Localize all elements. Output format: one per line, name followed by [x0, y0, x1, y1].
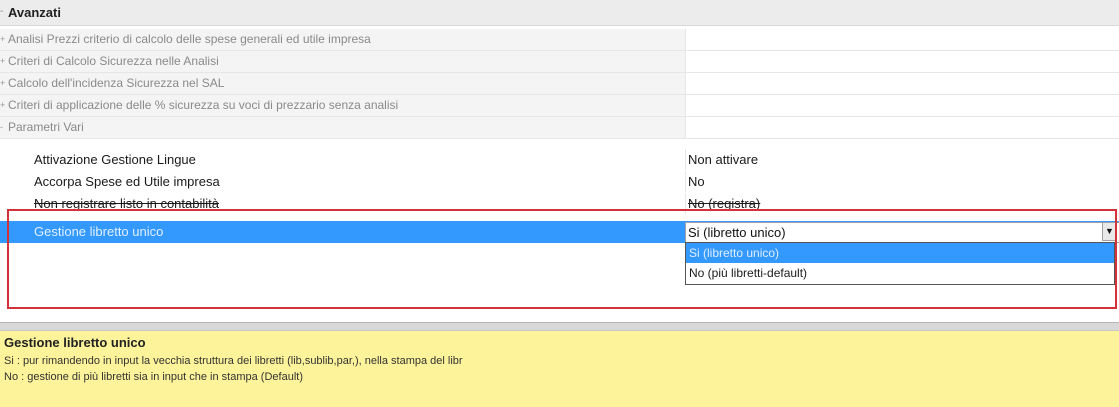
help-text: Si : pur rimandendo in input la vecchia … — [4, 355, 463, 367]
param-row-selected[interactable]: Gestione libretto unico Si (libretto uni… — [0, 221, 1119, 243]
category-value — [685, 95, 1119, 116]
dropdown-option[interactable]: Si (libretto unico) — [686, 243, 1114, 263]
param-label: Attivazione Gestione Lingue — [34, 152, 196, 167]
combo-value[interactable]: Si (libretto unico) — [685, 222, 1119, 243]
dropdown-option[interactable]: No (più libretti-default) — [686, 263, 1114, 283]
param-label: Non registrare listo in contabilità — [34, 196, 219, 211]
category-row[interactable]: + Analisi Prezzi criterio di calcolo del… — [0, 29, 1119, 51]
category-label: Criteri di applicazione delle % sicurezz… — [8, 98, 399, 112]
collapse-icon[interactable]: - — [0, 123, 5, 132]
expand-icon[interactable]: + — [0, 35, 5, 44]
category-row-parametri-vari[interactable]: - Parametri Vari — [0, 117, 1119, 139]
category-row[interactable]: + Calcolo dell'incidenza Sicurezza nel S… — [0, 73, 1119, 95]
param-label: Gestione libretto unico — [34, 224, 164, 239]
param-value[interactable]: No — [685, 171, 1119, 192]
category-value — [685, 51, 1119, 72]
category-value — [685, 73, 1119, 94]
expand-icon[interactable]: + — [0, 57, 5, 66]
param-row[interactable]: Attivazione Gestione Lingue Non attivare — [0, 149, 1119, 171]
category-row[interactable]: + Criteri di Calcolo Sicurezza nelle Ana… — [0, 51, 1119, 73]
param-value[interactable]: Non attivare — [685, 149, 1119, 170]
category-label: Calcolo dell'incidenza Sicurezza nel SAL — [8, 76, 225, 90]
collapse-icon[interactable]: - — [0, 6, 3, 17]
dropdown-arrow-button[interactable]: ▼ — [1102, 222, 1117, 241]
expand-icon[interactable]: + — [0, 79, 5, 88]
category-label: Parametri Vari — [8, 120, 84, 134]
category-row[interactable]: + Criteri di applicazione delle % sicure… — [0, 95, 1119, 117]
section-title: Avanzati — [8, 5, 61, 20]
help-panel: Gestione libretto unico Si : pur rimande… — [0, 330, 1119, 407]
property-grid: - Avanzati + Analisi Prezzi criterio di … — [0, 0, 1119, 320]
dropdown-list: Si (libretto unico) No (più libretti-def… — [685, 242, 1115, 285]
help-title: Gestione libretto unico — [4, 335, 146, 350]
expand-icon[interactable]: + — [0, 101, 5, 110]
category-value — [685, 117, 1119, 138]
param-row[interactable]: Accorpa Spese ed Utile impresa No — [0, 171, 1119, 193]
category-value — [685, 29, 1119, 50]
category-label: Criteri di Calcolo Sicurezza nelle Anali… — [8, 54, 219, 68]
param-value[interactable]: No (registra) — [685, 193, 1119, 214]
section-header-avanzati[interactable]: - Avanzati — [0, 0, 1119, 26]
param-label: Accorpa Spese ed Utile impresa — [34, 174, 220, 189]
category-label: Analisi Prezzi criterio di calcolo delle… — [8, 32, 371, 46]
help-text: No : gestione di più libretti sia in inp… — [4, 371, 303, 383]
param-row[interactable]: Non registrare listo in contabilità No (… — [0, 193, 1119, 215]
